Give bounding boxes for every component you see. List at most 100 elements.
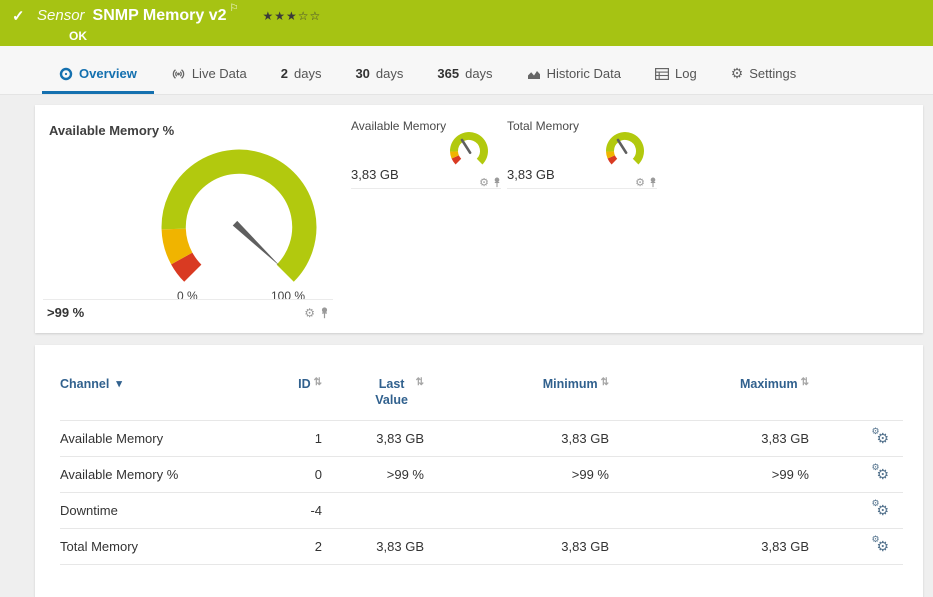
status-ok-check-icon: ✓ <box>12 7 30 25</box>
channel-maximum: 3,83 GB <box>609 529 809 565</box>
channel-settings-icon[interactable]: ⚙⚙ <box>876 538 889 555</box>
channels-table: Channel▾ ID⇅ Last Value⇅ Minimum⇅ Maximu… <box>60 371 903 565</box>
main-content: Available Memory % 0 % 100 % >99 % ⚙ <box>0 95 933 597</box>
tab-number: 2 <box>281 66 288 81</box>
mini-gauge-value: 3,83 GB <box>351 167 399 182</box>
tab-number: 30 <box>355 66 369 81</box>
channel-maximum: >99 % <box>609 457 809 493</box>
gauge-title: Available Memory % <box>49 123 174 138</box>
channel-minimum <box>424 493 609 529</box>
live-data-broadcast-icon <box>171 67 186 81</box>
gear-icon: ⚙ <box>871 462 879 473</box>
gauge-segment-red <box>182 258 193 273</box>
gauge-segment-red <box>611 157 614 162</box>
table-row-available-memory-percent: Available Memory % 0 >99 % >99 % >99 % ⚙… <box>60 457 903 493</box>
gauge-segment-yellow <box>454 151 455 156</box>
stars-empty[interactable]: ☆☆ <box>298 9 322 23</box>
main-gauge <box>155 143 323 311</box>
tab-30-days[interactable]: 30 days <box>338 56 420 94</box>
tab-overview[interactable]: Overview <box>42 56 154 94</box>
channel-last-value: 3,83 GB <box>322 529 424 565</box>
flag-icon[interactable]: ⚐ <box>230 3 239 14</box>
channel-minimum: >99 % <box>424 457 609 493</box>
tab-live-data[interactable]: Live Data <box>154 56 264 94</box>
table-row-downtime: Downtime -4 ⚙⚙ <box>60 493 903 529</box>
channel-settings-icon[interactable]: ⚙⚙ <box>876 502 889 519</box>
channel-name[interactable]: Available Memory <box>60 421 242 457</box>
tab-settings[interactable]: ⚙ Settings <box>714 56 814 94</box>
available-memory-percent-gauge-block: Available Memory % 0 % 100 % >99 % ⚙ <box>43 117 333 323</box>
channel-minimum: 3,83 GB <box>424 421 609 457</box>
sort-icon[interactable]: ⇅ <box>416 377 424 388</box>
pin-icon[interactable] <box>320 307 329 319</box>
chevron-down-icon[interactable]: ▾ <box>116 377 122 390</box>
column-header-last-value[interactable]: Last Value⇅ <box>322 371 424 421</box>
gear-icon: ⚙ <box>871 498 879 509</box>
channel-last-value: 3,83 GB <box>322 421 424 457</box>
channel-last-value: >99 % <box>322 457 424 493</box>
sensor-header: ✓ Sensor SNMP Memory v2 ⚐ ★★★☆☆ OK <box>0 0 933 46</box>
sort-icon[interactable]: ⇅ <box>601 377 609 388</box>
gear-icon: ⚙ <box>871 426 879 437</box>
gauge-settings-gear-icon[interactable]: ⚙ <box>304 306 315 320</box>
channel-settings-icon[interactable]: ⚙⚙ <box>876 466 889 483</box>
available-memory-gauge-block: Available Memory 3,83 GB ⚙ <box>351 117 501 325</box>
channel-settings-icon[interactable]: ⚙⚙ <box>876 430 889 447</box>
channel-name[interactable]: Downtime <box>60 493 242 529</box>
sort-icon[interactable]: ⇅ <box>314 377 322 388</box>
tab-label: Overview <box>79 66 137 81</box>
gauge-needle <box>233 221 281 267</box>
pin-icon[interactable] <box>649 177 657 188</box>
channel-name[interactable]: Available Memory % <box>60 457 242 493</box>
tab-365-days[interactable]: 365 days <box>420 56 509 94</box>
header-label: Maximum <box>740 377 798 391</box>
mini-gauge-value: 3,83 GB <box>507 167 555 182</box>
channel-last-value <box>322 493 424 529</box>
gauge-needle <box>462 140 470 153</box>
channel-id: -4 <box>242 493 322 529</box>
header-label: Channel <box>60 377 109 391</box>
gauge-settings-gear-icon[interactable]: ⚙ <box>635 176 645 189</box>
available-memory-mini-gauge <box>445 127 493 175</box>
channel-name[interactable]: Total Memory <box>60 529 242 565</box>
tab-label: Settings <box>749 66 796 81</box>
sort-icon[interactable]: ⇅ <box>801 377 809 388</box>
tab-unit: days <box>376 66 403 81</box>
tab-2-days[interactable]: 2 days <box>264 56 339 94</box>
column-header-minimum[interactable]: Minimum⇅ <box>424 371 609 421</box>
tab-unit: days <box>465 66 492 81</box>
gauge-needle <box>618 140 626 153</box>
header-label: Last Value <box>371 377 413 408</box>
gauge-segment-yellow <box>174 229 182 258</box>
total-memory-gauge-block: Total Memory 3,83 GB ⚙ <box>507 117 657 325</box>
gauge-segment-red <box>455 157 458 162</box>
historic-data-chart-icon <box>527 68 541 80</box>
tab-label: Live Data <box>192 66 247 81</box>
total-memory-mini-gauge <box>601 127 649 175</box>
header-label: ID <box>298 377 311 391</box>
tab-bar: Overview Live Data 2 days 30 days 365 da… <box>0 46 933 95</box>
channel-maximum <box>609 493 809 529</box>
object-type-label: Sensor <box>37 7 85 24</box>
tab-number: 365 <box>437 66 459 81</box>
channel-id: 2 <box>242 529 322 565</box>
priority-stars[interactable]: ★★★☆☆ <box>262 9 321 23</box>
stars-filled[interactable]: ★★★ <box>262 9 297 23</box>
settings-gear-icon: ⚙ <box>731 65 744 82</box>
tab-log[interactable]: Log <box>638 56 714 94</box>
gear-icon: ⚙ <box>871 534 879 545</box>
gauge-settings-gear-icon[interactable]: ⚙ <box>479 176 489 189</box>
column-header-id[interactable]: ID⇅ <box>242 371 322 421</box>
column-header-channel[interactable]: Channel ▾ <box>60 371 242 421</box>
channels-panel: Channel▾ ID⇅ Last Value⇅ Minimum⇅ Maximu… <box>35 345 923 597</box>
pin-icon[interactable] <box>493 177 501 188</box>
gauge-segment-yellow <box>610 151 611 156</box>
channel-maximum: 3,83 GB <box>609 421 809 457</box>
table-row-available-memory: Available Memory 1 3,83 GB 3,83 GB 3,83 … <box>60 421 903 457</box>
tab-unit: days <box>294 66 321 81</box>
gauges-panel: Available Memory % 0 % 100 % >99 % ⚙ <box>35 105 923 333</box>
tab-historic-data[interactable]: Historic Data <box>510 56 638 94</box>
column-header-maximum[interactable]: Maximum⇅ <box>609 371 809 421</box>
channel-minimum: 3,83 GB <box>424 529 609 565</box>
tab-label: Historic Data <box>547 66 621 81</box>
